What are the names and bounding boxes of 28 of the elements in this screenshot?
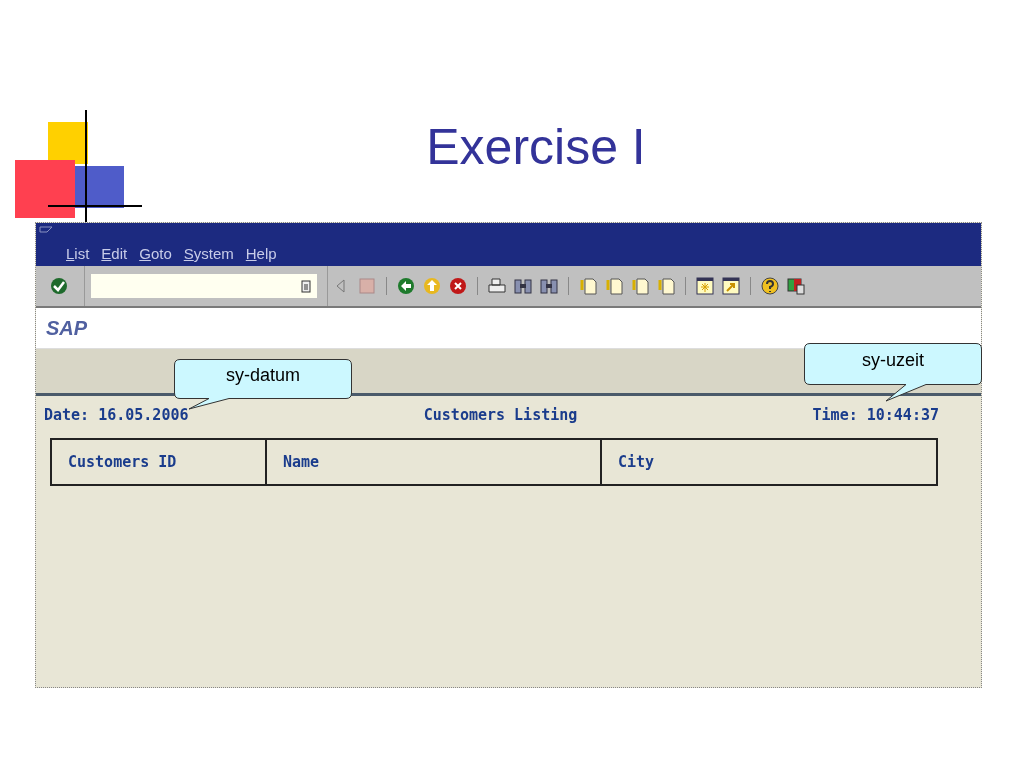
report-heading: Customers Listing — [423, 406, 578, 424]
menu-item[interactable]: System — [183, 245, 234, 262]
column-header: Name — [265, 440, 600, 484]
checkmark-circle-icon[interactable] — [49, 276, 69, 296]
date-text: Date: 16.05.2006 — [44, 406, 189, 424]
page-arrow-icon[interactable] — [630, 276, 650, 296]
logo-text: SAP — [46, 316, 88, 340]
callout-text: sy-uzeit — [861, 350, 925, 371]
command-field[interactable] — [91, 274, 317, 298]
menu-item[interactable]: Help — [245, 245, 277, 262]
page-arrow-icon[interactable] — [656, 276, 676, 296]
clipboard-icon[interactable] — [301, 279, 311, 293]
back-arrow-circle-icon[interactable] — [396, 276, 416, 296]
page-arrow-icon[interactable] — [578, 276, 598, 296]
page-arrow-icon[interactable] — [604, 276, 624, 296]
menu-item[interactable]: Edit — [101, 245, 128, 262]
menu-item[interactable]: List — [66, 245, 90, 262]
monitor-icon[interactable] — [786, 276, 806, 296]
printer-icon[interactable] — [487, 276, 507, 296]
column-header: Customers ID — [67, 452, 178, 473]
menu-item[interactable]: Goto — [139, 245, 172, 262]
callout-text: sy-datum — [225, 365, 301, 386]
column-header: City — [600, 440, 936, 484]
question-mark-icon[interactable] — [760, 276, 780, 296]
binoculars-icon[interactable] — [513, 276, 533, 296]
slide-title: Exercise I — [425, 120, 647, 175]
cancel-circle-icon[interactable] — [448, 276, 468, 296]
time-text: Time: 10:44:37 — [812, 406, 939, 424]
